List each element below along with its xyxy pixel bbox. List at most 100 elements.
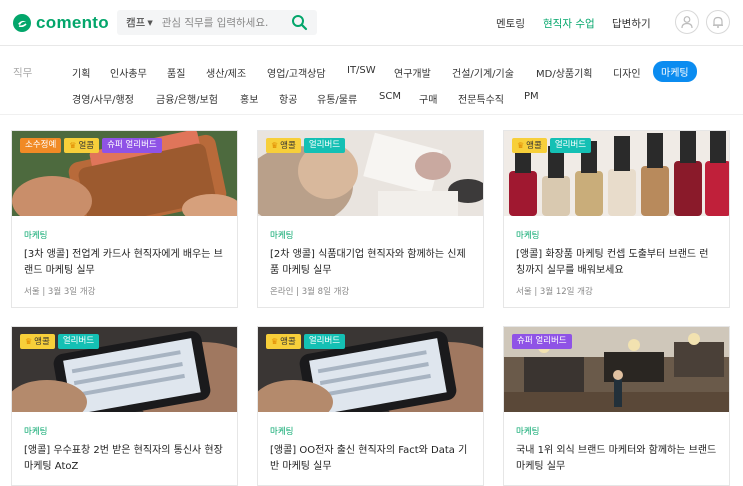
card-title[interactable]: 국내 1위 외식 브랜드 마케터와 함께하는 브랜드 마케팅 실무 xyxy=(516,443,717,475)
card-body: 마케팅 [앵콜] 화장품 마케팅 컨셉 도출부터 브랜드 런칭까지 실무를 배워… xyxy=(504,216,729,297)
class-card[interactable]: ♛ 앵콜 얼리버드 마케팅 [2차 앵콜] 식품대기업 현직자와 함께하는 신제품… xyxy=(257,130,484,308)
badge-group: ♛ 앵콜 얼리버드 xyxy=(266,138,346,153)
category-item[interactable]: 건설/기계/기술 xyxy=(452,65,514,80)
card-thumbnail: ♛ 앵콜 얼리버드 xyxy=(504,131,729,216)
category-item[interactable]: 영업/고객상담 xyxy=(267,65,326,80)
badge-group: ♛ 앵콜 얼리버드 xyxy=(20,334,100,349)
crown-icon: ♛ xyxy=(271,141,279,150)
caret-down-icon: ▼ xyxy=(147,18,153,27)
category-item[interactable]: 유통/물류 xyxy=(317,91,357,106)
user-icon xyxy=(681,16,693,29)
badge-label: 앵콜 xyxy=(280,141,296,151)
badge: ♛ 얼콤 xyxy=(64,138,100,153)
search-input[interactable] xyxy=(161,16,290,29)
category-item[interactable]: 항공 xyxy=(279,91,297,106)
badge: ♛ 앵콜 xyxy=(512,138,547,153)
card-body: 마케팅 [앵콜] 우수표창 2번 받은 현직자의 통신사 현장 마케팅 AtoZ xyxy=(12,412,237,475)
job-category-filter: 직무 기획 인사총무 품질 생산/제조 영업/고객상담 IT/SW 연구개발 건… xyxy=(0,46,743,114)
crown-icon: ♛ xyxy=(517,141,525,150)
category-item[interactable]: MD/상품기획 xyxy=(536,65,593,80)
badge: 소수정예 xyxy=(20,138,62,153)
badge-group: ♛ 앵콜 얼리버드 xyxy=(266,334,346,349)
bell-icon xyxy=(713,16,723,28)
category-item[interactable]: 인사총무 xyxy=(110,65,147,80)
badge-label: 앵콜 xyxy=(280,337,296,347)
badge-label: 얼콤 xyxy=(78,141,95,151)
nav-mentoring[interactable]: 멘토링 xyxy=(496,16,525,31)
profile-button[interactable] xyxy=(675,10,699,34)
crown-icon: ♛ xyxy=(69,141,77,150)
badge: ♛ 앵콜 xyxy=(20,334,55,349)
badge: 얼리버드 xyxy=(549,138,592,153)
badge: 슈퍼 얼리버드 xyxy=(512,334,572,349)
logo-text: comento xyxy=(36,13,109,32)
card-category: 마케팅 xyxy=(24,231,48,241)
category-item[interactable]: 연구개발 xyxy=(394,65,431,80)
category-item[interactable]: 기획 xyxy=(72,65,90,80)
card-title[interactable]: [3차 앵콜] 전업계 카드사 현직자에게 배우는 브랜드 마케팅 실무 xyxy=(24,247,225,279)
category-item[interactable]: SCM xyxy=(379,91,401,102)
notification-button[interactable] xyxy=(706,10,730,34)
logo[interactable]: comento xyxy=(12,11,109,35)
card-thumbnail: ♛ 앵콜 얼리버드 xyxy=(258,327,483,412)
card-title[interactable]: [앵콜] OO전자 출신 현직자의 Fact와 Data 기반 마케팅 실무 xyxy=(270,443,471,475)
badge-group: 소수정예 ♛ 얼콤 슈퍼 얼리버드 xyxy=(20,138,162,153)
top-header: comento 캠프 ▼ 멘토링 현직자 수업 답변하기 xyxy=(0,0,743,46)
badge: ♛ 앵콜 xyxy=(266,334,301,349)
category-item[interactable]: 경영/사무/행정 xyxy=(72,91,134,106)
badge: ♛ 앵콜 xyxy=(266,138,301,153)
badge: 슈퍼 얼리버드 xyxy=(102,138,162,153)
card-category: 마케팅 xyxy=(516,427,540,437)
card-category: 마케팅 xyxy=(270,231,294,241)
card-thumbnail: ♛ 앵콜 얼리버드 xyxy=(258,131,483,216)
category-item[interactable]: IT/SW xyxy=(347,65,376,76)
badge-label: 앵콜 xyxy=(526,141,542,151)
badge-group: ♛ 앵콜 얼리버드 xyxy=(512,138,592,153)
card-body: 마케팅 [3차 앵콜] 전업계 카드사 현직자에게 배우는 브랜드 마케팅 실무… xyxy=(12,216,237,297)
class-card[interactable]: 슈퍼 얼리버드 마케팅 국내 1위 외식 브랜드 마케터와 함께하는 브랜드 마… xyxy=(503,326,730,486)
search-bar: 캠프 ▼ xyxy=(117,10,317,35)
crown-icon: ♛ xyxy=(271,337,279,346)
card-category: 마케팅 xyxy=(516,231,540,241)
category-item[interactable]: 생산/제조 xyxy=(206,65,246,80)
badge-label: 앵콜 xyxy=(34,337,50,347)
category-item[interactable]: 금융/은행/보험 xyxy=(156,91,218,106)
nav-class[interactable]: 현직자 수업 xyxy=(543,16,595,31)
card-title[interactable]: [2차 앵콜] 식품대기업 현직자와 함께하는 신제품 마케팅 실무 xyxy=(270,247,471,279)
card-meta: 서울 | 3월 12일 개강 xyxy=(516,287,593,297)
class-card[interactable]: ♛ 앵콜 얼리버드 마케팅 [앵콜] 우수표창 2번 받은 현직자의 통신사 현장… xyxy=(11,326,238,486)
card-thumbnail: 슈퍼 얼리버드 xyxy=(504,327,729,412)
card-body: 마케팅 [앵콜] OO전자 출신 현직자의 Fact와 Data 기반 마케팅 … xyxy=(258,412,483,475)
search-icon[interactable] xyxy=(291,14,308,31)
divider xyxy=(0,114,743,115)
category-item[interactable]: 구매 xyxy=(419,91,437,106)
card-body: 마케팅 [2차 앵콜] 식품대기업 현직자와 함께하는 신제품 마케팅 실무 온… xyxy=(258,216,483,297)
category-item-active[interactable]: 마케팅 xyxy=(653,61,697,82)
badge: 얼리버드 xyxy=(303,138,346,153)
comento-logo-icon xyxy=(13,14,31,32)
badge-group: 슈퍼 얼리버드 xyxy=(512,334,572,349)
search-category-label: 캠프 xyxy=(126,17,146,29)
card-meta: 온라인 | 3월 8일 개강 xyxy=(270,287,350,297)
card-title[interactable]: [앵콜] 화장품 마케팅 컨셉 도출부터 브랜드 런칭까지 실무를 배워보세요 xyxy=(516,247,717,279)
category-item[interactable]: 품질 xyxy=(167,65,185,80)
category-item[interactable]: 디자인 xyxy=(613,65,641,80)
category-item[interactable]: 전문특수직 xyxy=(458,91,504,106)
card-meta: 서울 | 3월 3일 개강 xyxy=(24,287,96,297)
category-label: 직무 xyxy=(13,67,33,79)
crown-icon: ♛ xyxy=(25,337,33,346)
card-title[interactable]: [앵콜] 우수표창 2번 받은 현직자의 통신사 현장 마케팅 AtoZ xyxy=(24,443,225,475)
search-category-select[interactable]: 캠프 ▼ xyxy=(126,15,153,30)
nav-answer[interactable]: 답변하기 xyxy=(612,16,651,31)
category-item[interactable]: 홍보 xyxy=(240,91,258,106)
card-thumbnail: 소수정예 ♛ 얼콤 슈퍼 얼리버드 xyxy=(12,131,237,216)
card-category: 마케팅 xyxy=(270,427,294,437)
badge: 얼리버드 xyxy=(303,334,346,349)
class-card[interactable]: ♛ 앵콜 얼리버드 마케팅 [앵콜] OO전자 출신 현직자의 Fact와 Dat… xyxy=(257,326,484,486)
card-category: 마케팅 xyxy=(24,427,48,437)
category-item[interactable]: PM xyxy=(524,91,539,102)
badge: 얼리버드 xyxy=(57,334,100,349)
card-body: 마케팅 국내 1위 외식 브랜드 마케터와 함께하는 브랜드 마케팅 실무 xyxy=(504,412,729,475)
class-card[interactable]: 소수정예 ♛ 얼콤 슈퍼 얼리버드 마케팅 [3차 앵콜] 전업계 카드사 현직자… xyxy=(11,130,238,308)
class-card[interactable]: ♛ 앵콜 얼리버드 마케팅 [앵콜] 화장품 마케팅 컨셉 도출부터 브랜드 런칭… xyxy=(503,130,730,308)
